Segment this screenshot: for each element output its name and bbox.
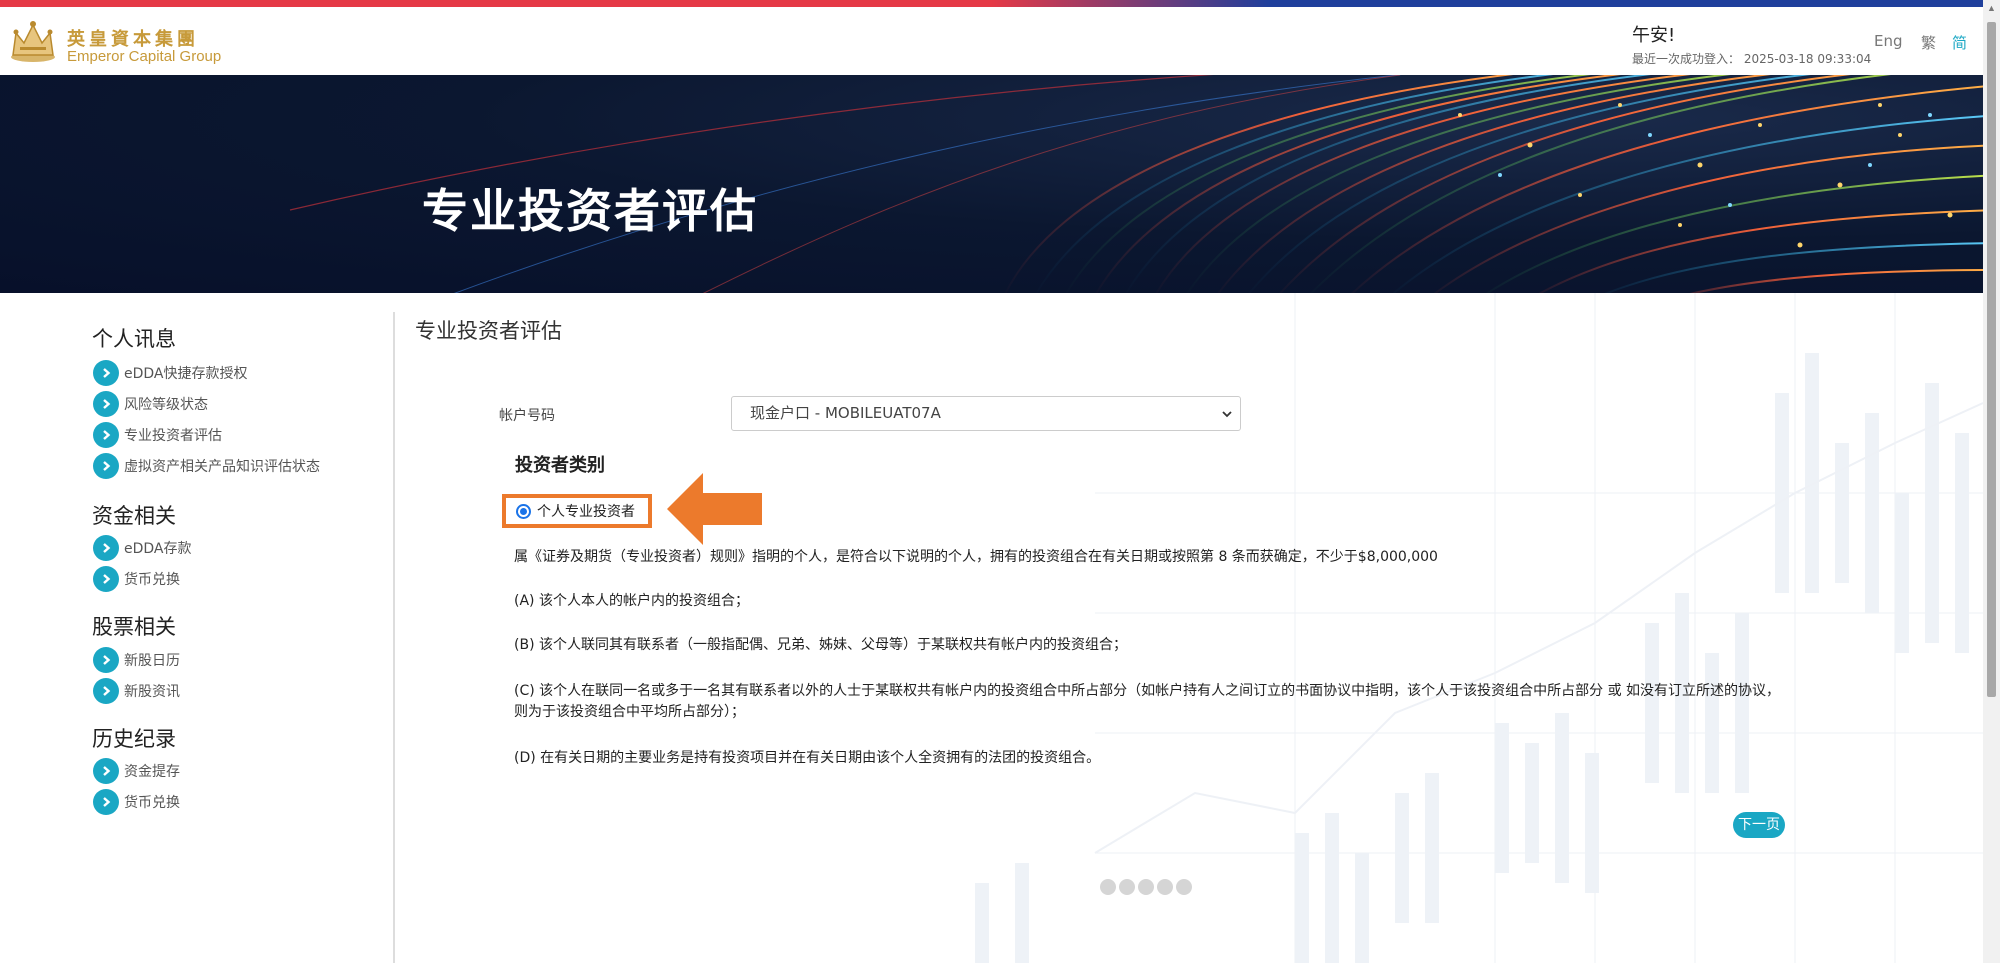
investor-type-heading: 投资者类别 (515, 455, 605, 476)
sidebar-item-edda-deposit[interactable]: eDDA存款 (93, 535, 192, 561)
pager-dot[interactable] (1119, 879, 1135, 895)
banner-title: 专业投资者评估 (422, 184, 758, 238)
sidebar-item-label: 货币兑换 (124, 572, 180, 588)
criteria-d-paragraph: (D) 在有关日期的主要业务是持有投资项目并在有关日期由该个人全资拥有的法团的投… (514, 750, 1101, 766)
chevron-right-icon (93, 678, 119, 704)
pager-dot[interactable] (1157, 879, 1173, 895)
scroll-up-arrow-icon[interactable]: ▲ (1986, 4, 1997, 13)
pager-dot[interactable] (1100, 879, 1116, 895)
chevron-down-icon (1222, 411, 1232, 418)
chevron-right-icon (93, 422, 119, 448)
criteria-c-paragraph: (C) 该个人在联同一名或多于一名其有联系者以外的人士于某联权共有帐户内的投资组… (514, 683, 1781, 720)
orange-pointer-arrow-icon (667, 473, 762, 545)
chevron-right-icon (93, 391, 119, 417)
sidebar-item-label: eDDA存款 (124, 541, 192, 557)
lang-simplified-link[interactable]: 简 (1952, 32, 1967, 53)
main-content: 专业投资者评估 帐户号码 现金户口 - MOBILEUAT07A 投资者类别 个… (395, 293, 1983, 963)
pager-dots (1100, 879, 1192, 895)
criteria-a-paragraph: (A) 该个人本人的帐户内的投资组合； (514, 593, 749, 609)
top-color-strip (0, 0, 1983, 7)
faint-chart-background (975, 293, 1983, 963)
sidebar-item-edda-authorization[interactable]: eDDA快捷存款授权 (93, 360, 248, 386)
sidebar-item-label: 风险等级状态 (124, 397, 208, 413)
account-select[interactable]: 现金户口 - MOBILEUAT07A (731, 396, 1241, 431)
light-streaks-graphic (289, 75, 1983, 293)
chevron-right-icon (93, 535, 119, 561)
sidebar-item-ipo-calendar[interactable]: 新股日历 (93, 647, 180, 673)
radio-selected-icon[interactable] (516, 503, 531, 519)
greeting: 午安! (1632, 25, 1676, 46)
last-login-time: 最近一次成功登入： 2025-03-18 09:33:04 (1632, 52, 1872, 66)
pager-dot[interactable] (1138, 879, 1154, 895)
chevron-right-icon (93, 758, 119, 784)
sidebar-item-label: 新股日历 (124, 653, 180, 669)
chevron-right-icon (93, 360, 119, 386)
sidebar-item-fund-withdrawal[interactable]: 资金提存 (93, 758, 180, 784)
crown-logo-icon (11, 21, 55, 62)
sidebar-item-currency-exchange-history[interactable]: 货币兑换 (93, 789, 180, 815)
sidebar-heading-history: 历史纪录 (92, 727, 176, 751)
brand-name-english: Emperor Capital Group (67, 48, 222, 65)
sidebar-item-virtual-asset-assessment[interactable]: 虚拟资产相关产品知识评估状态 (93, 453, 320, 479)
sidebar-item-label: 资金提存 (124, 764, 180, 780)
sidebar-heading-stocks: 股票相关 (92, 615, 176, 639)
account-select-value: 现金户口 - MOBILEUAT07A (750, 404, 941, 422)
sidebar-item-label: eDDA快捷存款授权 (124, 366, 248, 382)
chevron-right-icon (93, 789, 119, 815)
account-number-label: 帐户号码 (499, 408, 555, 424)
banner: 专业投资者评估 (0, 75, 1983, 293)
lang-eng-link[interactable]: Eng (1874, 32, 1903, 50)
chevron-right-icon (93, 453, 119, 479)
scrollbar-thumb[interactable] (1987, 22, 1996, 697)
lang-traditional-link[interactable]: 繁 (1921, 32, 1936, 53)
next-page-button[interactable]: 下一页 (1733, 812, 1785, 838)
sidebar-item-label: 新股资讯 (124, 684, 180, 700)
sidebar-heading-funds: 资金相关 (92, 504, 176, 528)
sidebar: 个人讯息 eDDA快捷存款授权 风险等级状态 专业投资者评估 虚拟资产相关产品知… (0, 293, 394, 963)
criteria-intro-paragraph: 属《证券及期货（专业投资者）规则》指明的个人，是符合以下说明的个人，拥有的投资组… (514, 549, 1438, 565)
radio-label: 个人专业投资者 (537, 504, 635, 520)
chevron-right-icon (93, 647, 119, 673)
sidebar-item-label: 货币兑换 (124, 795, 180, 811)
section-title: 专业投资者评估 (415, 319, 562, 343)
criteria-b-paragraph: (B) 该个人联同其有联系者（一般指配偶、兄弟、姊妹、父母等）于某联权共有帐户内… (514, 637, 1127, 653)
sidebar-heading-personal: 个人讯息 (92, 327, 176, 351)
chevron-right-icon (93, 566, 119, 592)
sidebar-item-professional-investor[interactable]: 专业投资者评估 (93, 422, 222, 448)
sidebar-item-risk-level[interactable]: 风险等级状态 (93, 391, 208, 417)
sidebar-item-ipo-news[interactable]: 新股资讯 (93, 678, 180, 704)
individual-professional-investor-option[interactable]: 个人专业投资者 (502, 494, 652, 528)
sidebar-item-label: 虚拟资产相关产品知识评估状态 (124, 459, 320, 475)
pager-dot[interactable] (1176, 879, 1192, 895)
sidebar-item-label: 专业投资者评估 (124, 428, 222, 444)
sidebar-item-currency-exchange[interactable]: 货币兑换 (93, 566, 180, 592)
header: 英皇資本集團 Emperor Capital Group 午安! 最近一次成功登… (0, 7, 1983, 75)
